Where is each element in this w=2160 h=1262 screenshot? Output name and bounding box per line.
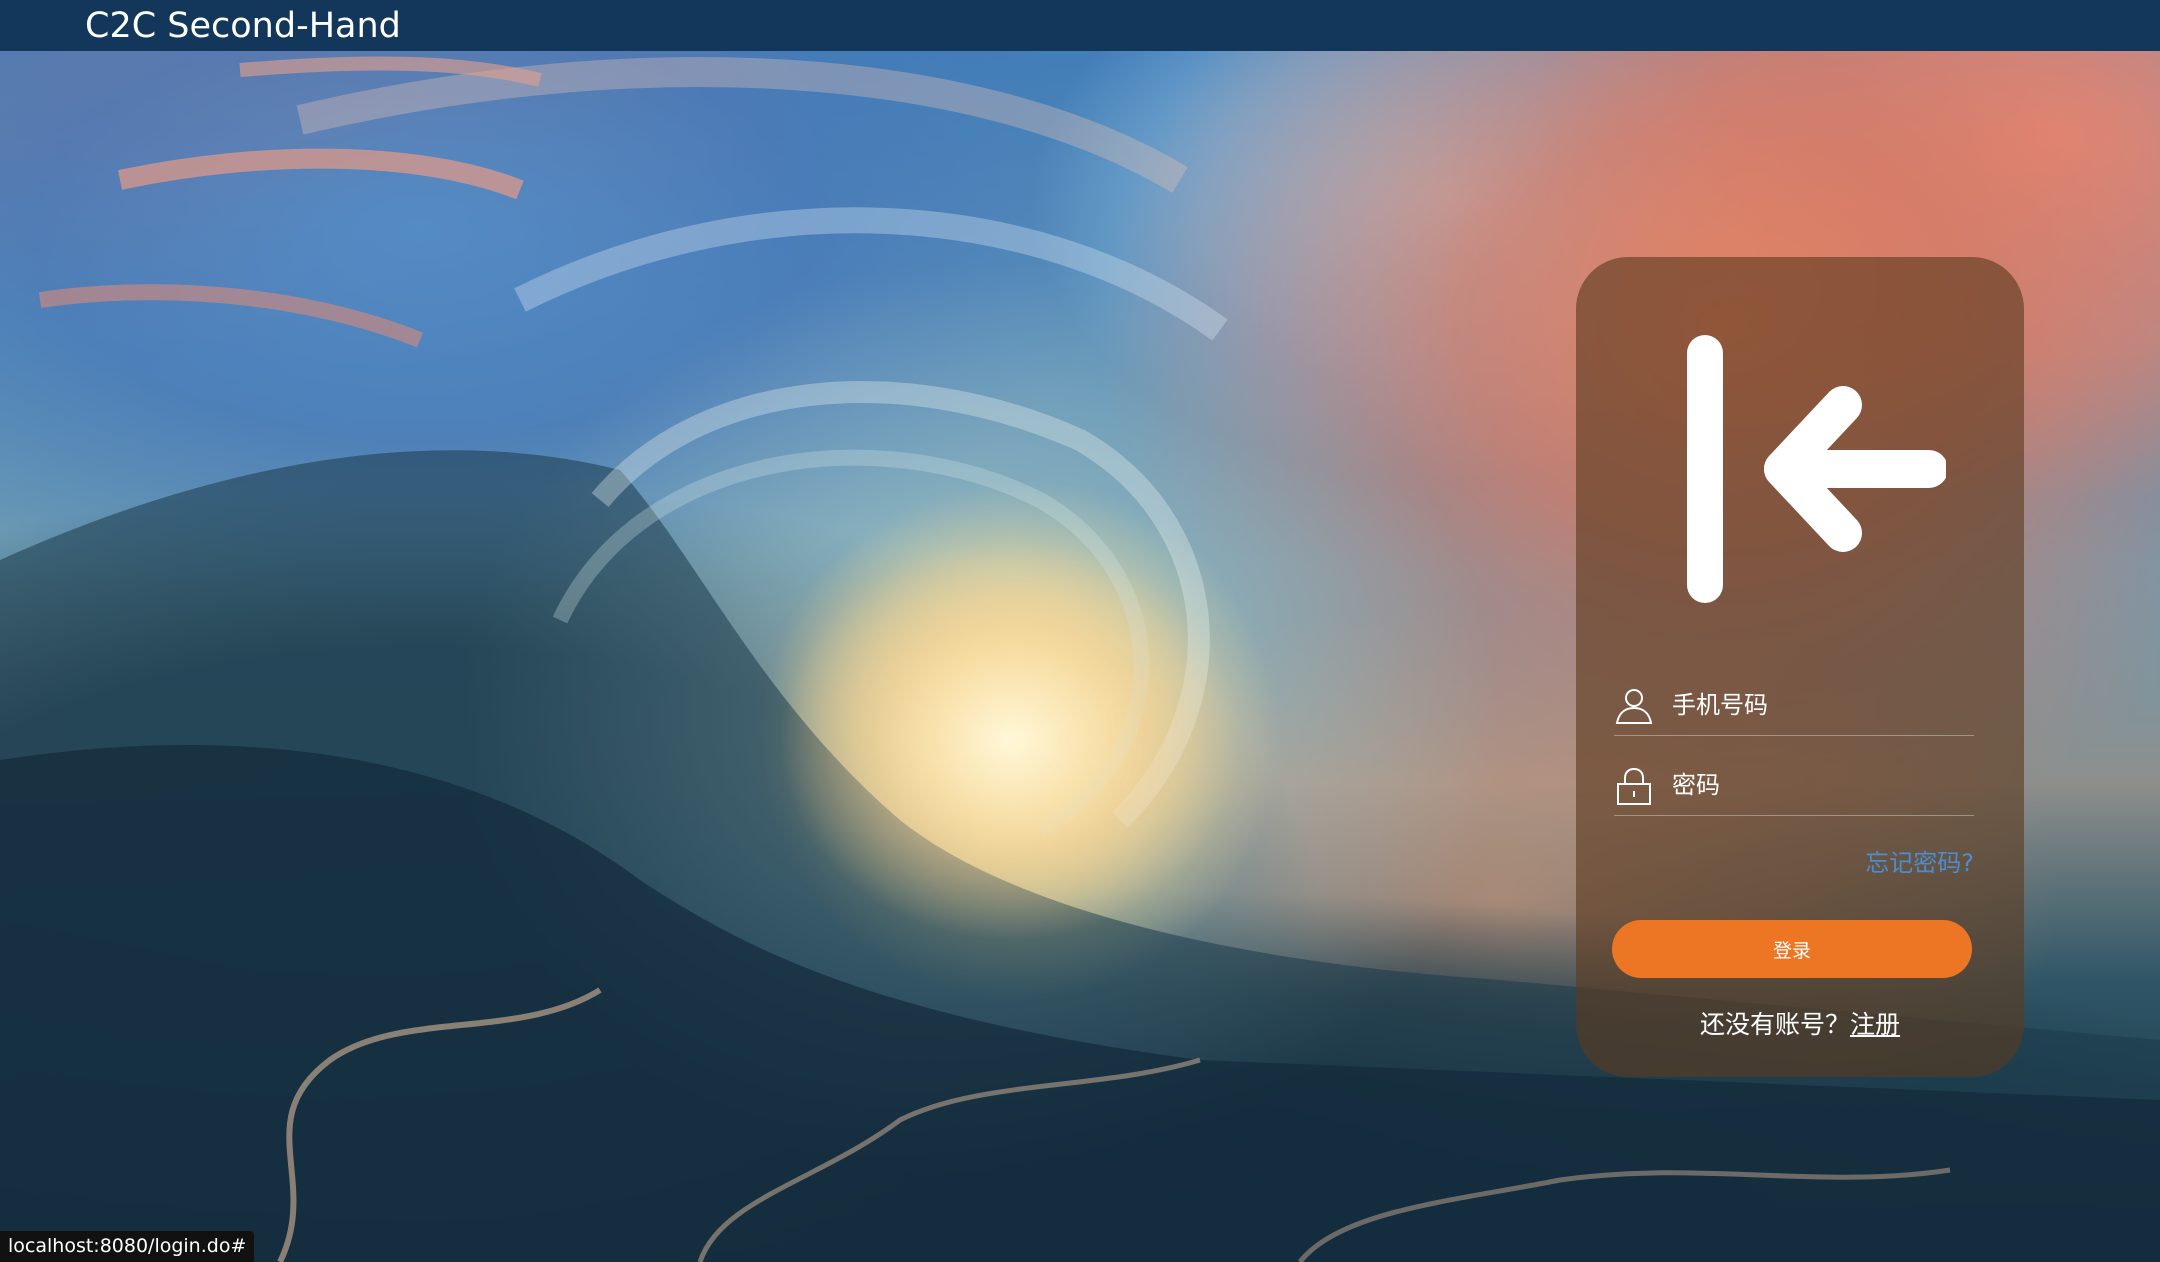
page-root: C2C Second-Hand 忘记密码? 登录 还没 <box>0 0 2160 1262</box>
login-button[interactable]: 登录 <box>1612 920 1972 978</box>
forgot-password-link[interactable]: 忘记密码? <box>1865 843 1974 878</box>
register-prompt: 还没有账号？注册 <box>1576 1005 2024 1041</box>
register-prompt-text: 还没有账号？ <box>1699 1010 1850 1039</box>
browser-status-bar: localhost:8080/login.do# <box>0 1231 255 1262</box>
top-navbar: C2C Second-Hand <box>0 0 2160 51</box>
phone-field <box>1614 677 1974 736</box>
lock-icon <box>1617 767 1651 805</box>
login-arrow-icon <box>1687 335 1946 603</box>
password-field <box>1614 757 1974 816</box>
login-panel: 忘记密码? 登录 还没有账号？注册 <box>1576 257 2024 1077</box>
register-link[interactable]: 注册 <box>1850 1010 1900 1039</box>
phone-input[interactable] <box>1672 685 1962 725</box>
user-icon <box>1615 689 1653 724</box>
password-input[interactable] <box>1672 765 1962 805</box>
brand-logo-link[interactable]: C2C Second-Hand <box>85 4 401 48</box>
